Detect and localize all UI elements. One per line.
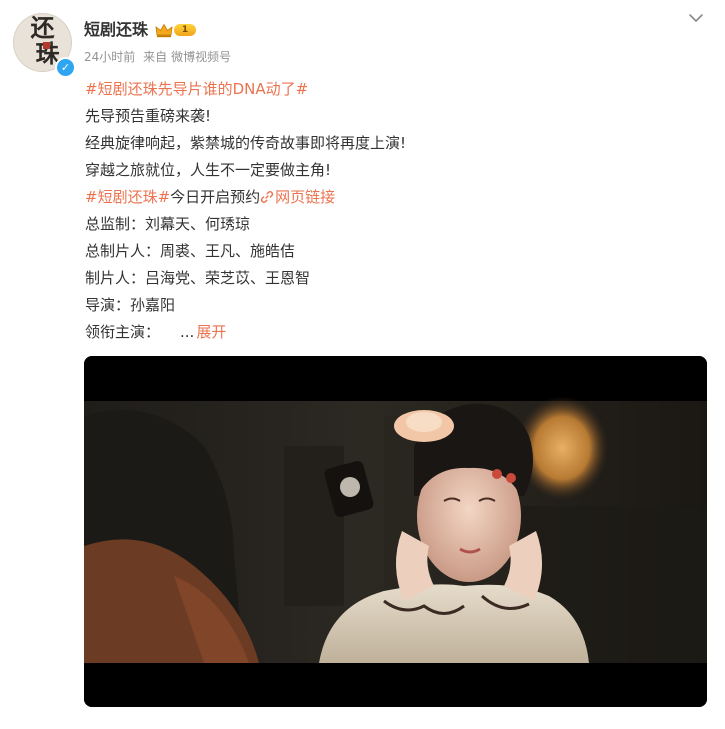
text-line: 总监制：刘幕天、何琇琼 [85,215,251,233]
post-meta: 24小时前 来自 微博视频号 [84,48,235,66]
avatar-char-1: 还 [30,13,55,42]
verified-badge-icon: ✓ [55,57,76,78]
expand-button[interactable]: 展开 [196,323,226,341]
web-link-label: 网页链接 [275,188,336,206]
post-time[interactable]: 24小时前 [84,50,135,64]
text-line: 穿越之旅就位，人生不一定要做主角! [85,161,332,179]
text-line: 今日开启预约 [170,188,261,206]
video-player[interactable] [84,356,707,707]
vip-badge[interactable]: 1 [155,22,196,38]
link-icon [261,191,274,203]
avatar-seal [43,42,50,49]
text-line: 先导预告重磅来袭! [85,107,212,125]
vip-level: 1 [174,24,196,36]
text-line: 导演：孙嘉阳 [85,296,176,314]
hashtag-topic[interactable]: #短剧还珠# [85,188,170,206]
source-prefix: 来自 [143,50,168,64]
text-line: 经典旋律响起，紫禁城的传奇故事即将再度上演! [85,134,407,152]
video-scene [84,396,707,663]
hashtag-topic[interactable]: #短剧还珠先导片谁的DNA动了# [85,80,308,98]
chevron-down-icon[interactable] [688,12,704,24]
user-name[interactable]: 短剧还珠 [84,19,148,41]
weibo-post: 还 珠 ✓ 短剧还珠 1 24小时前 来自 微博视频号 #短剧还珠先导片谁的DNA… [0,0,725,729]
text-line: 领衔主演： [85,323,161,341]
video-frame [84,356,707,707]
text-line: 总制片人：周裘、王凡、施皓佶 [85,242,296,260]
text-line: 制片人：吕海党、荣芝苡、王恩智 [85,269,311,287]
ellipsis: ... [180,323,195,341]
post-text: #短剧还珠先导片谁的DNA动了# 先导预告重磅来袭! 经典旋律响起，紫禁城的传奇… [85,76,705,346]
crown-icon [155,23,173,37]
post-source[interactable]: 微博视频号 [171,50,231,64]
web-link[interactable]: 网页链接 [260,188,335,206]
